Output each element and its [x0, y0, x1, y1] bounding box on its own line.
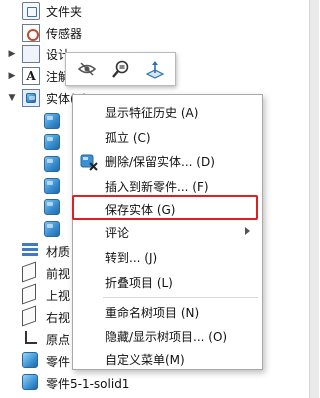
collapse-arrow-icon[interactable]: ▼	[6, 92, 18, 104]
folder-icon	[22, 2, 40, 20]
menu-separator	[103, 297, 258, 298]
menu-item-label: 折叠项目 (L)	[105, 275, 173, 290]
sensor-icon	[22, 24, 40, 42]
menu-item-delete-keep-body[interactable]: 删除/保留实体... (D)	[73, 149, 262, 173]
normal-to-icon	[145, 61, 165, 79]
delete-body-icon	[80, 154, 98, 171]
menu-item-label: 隐藏/显示树项目... (O)	[105, 329, 228, 344]
menu-item-label: 孤立 (C)	[105, 130, 151, 145]
menu-item-insert-into-new-part[interactable]: 插入到新零件... (F)	[73, 174, 262, 198]
menu-item-comment[interactable]: 评论	[73, 220, 262, 244]
menu-item-label: 重命名树项目 (N)	[105, 305, 200, 320]
tree-item-origin[interactable]: 原点	[0, 328, 70, 350]
menu-item-label: 插入到新零件... (F)	[105, 179, 209, 194]
annotations-icon: A	[22, 67, 40, 85]
context-menu: 显示特征历史 (A) 孤立 (C) 删除/保留实体... (D) 插入到新零件.…	[72, 94, 263, 370]
material-icon	[22, 242, 38, 258]
design-binder-icon	[22, 45, 40, 63]
tree-item-solid-body[interactable]	[44, 196, 60, 218]
expand-arrow-icon[interactable]: ▶	[6, 70, 18, 82]
menu-item-collapse-items[interactable]: 折叠项目 (L)	[73, 270, 262, 294]
tree-item-design-binder[interactable]: ▶ 设计	[0, 43, 70, 65]
tree-item-material[interactable]: 材质	[0, 240, 70, 262]
origin-icon	[22, 330, 38, 346]
solid-body-icon	[44, 134, 60, 150]
tree-item-sensors[interactable]: 传感器	[0, 22, 82, 44]
menu-item-go-to[interactable]: 转到... (J)	[73, 245, 262, 269]
tree-item-label: 原点	[46, 332, 71, 347]
front-plane-icon	[22, 261, 36, 283]
tree-item-right-plane[interactable]: 右视	[0, 305, 71, 328]
tree-item-front-plane[interactable]: 前视	[0, 261, 71, 284]
tree-item-solid-body[interactable]	[44, 218, 60, 240]
tree-item-annotations[interactable]: ▶ A 注解	[0, 65, 70, 87]
tree-item-label: 右视	[46, 310, 71, 325]
menu-item-label: 显示特征历史 (A)	[105, 105, 199, 120]
tree-item-part-solid[interactable]: 零件5-1-solid1	[0, 372, 129, 394]
solid-body-icon	[44, 199, 60, 215]
tree-item-solid-body[interactable]	[44, 175, 60, 197]
hide-show-button[interactable]	[76, 58, 98, 80]
menu-item-rename-tree-item[interactable]: 重命名树项目 (N)	[73, 300, 262, 324]
tree-item-solid-body[interactable]	[44, 153, 60, 175]
solid-body-icon	[44, 156, 60, 172]
menu-item-hide-show-tree-items[interactable]: 隐藏/显示树项目... (O)	[73, 324, 262, 348]
menu-item-label: 删除/保留实体... (D)	[105, 154, 215, 169]
solid-body-icon	[44, 113, 60, 129]
solid-body-icon	[44, 178, 60, 194]
part-icon	[22, 352, 38, 368]
menu-item-customize-menu[interactable]: 自定义菜单(M)	[73, 347, 262, 371]
hide-show-icon	[77, 62, 97, 76]
normal-to-button[interactable]	[144, 58, 166, 80]
menu-item-label: 自定义菜单(M)	[105, 352, 185, 367]
zoom-to-selection-icon	[112, 60, 129, 78]
solid-bodies-folder-icon	[22, 89, 40, 107]
tree-item-label: 前视	[46, 266, 71, 281]
tree-item-label: 材质	[46, 244, 71, 259]
menu-item-label: 转到... (J)	[105, 250, 158, 265]
solid-body-icon	[44, 221, 60, 237]
menu-item-label: 保存实体 (G)	[105, 202, 176, 217]
menu-item-show-feature-history[interactable]: 显示特征历史 (A)	[73, 100, 262, 124]
tree-item-top-plane[interactable]: 上视	[0, 283, 71, 306]
context-toolbar	[65, 52, 176, 86]
menu-item-save-bodies[interactable]: 保存实体 (G)	[73, 197, 262, 221]
tree-item-solid-body[interactable]	[44, 110, 60, 132]
top-plane-icon	[22, 283, 36, 305]
tree-item-solid-body[interactable]	[44, 131, 60, 153]
tree-item-label: 上视	[46, 288, 71, 303]
zoom-to-selection-button[interactable]	[110, 58, 132, 80]
tree-item-label: 文件夹	[46, 4, 83, 19]
tree-item-label: 传感器	[46, 26, 83, 41]
tree-item-part[interactable]: 零件	[0, 350, 70, 372]
expand-arrow-icon[interactable]: ▶	[6, 48, 18, 60]
right-plane-icon	[22, 305, 36, 327]
tree-item-label: 零件	[46, 354, 71, 369]
menu-item-label: 评论	[105, 225, 130, 240]
menu-item-isolate[interactable]: 孤立 (C)	[73, 125, 262, 149]
submenu-arrow-icon	[245, 227, 250, 235]
tree-item-folder[interactable]: 文件夹	[0, 0, 82, 22]
part-icon	[22, 374, 38, 390]
tree-item-label: 零件5-1-solid1	[46, 376, 130, 391]
scrollbar-track[interactable]	[309, 0, 319, 398]
